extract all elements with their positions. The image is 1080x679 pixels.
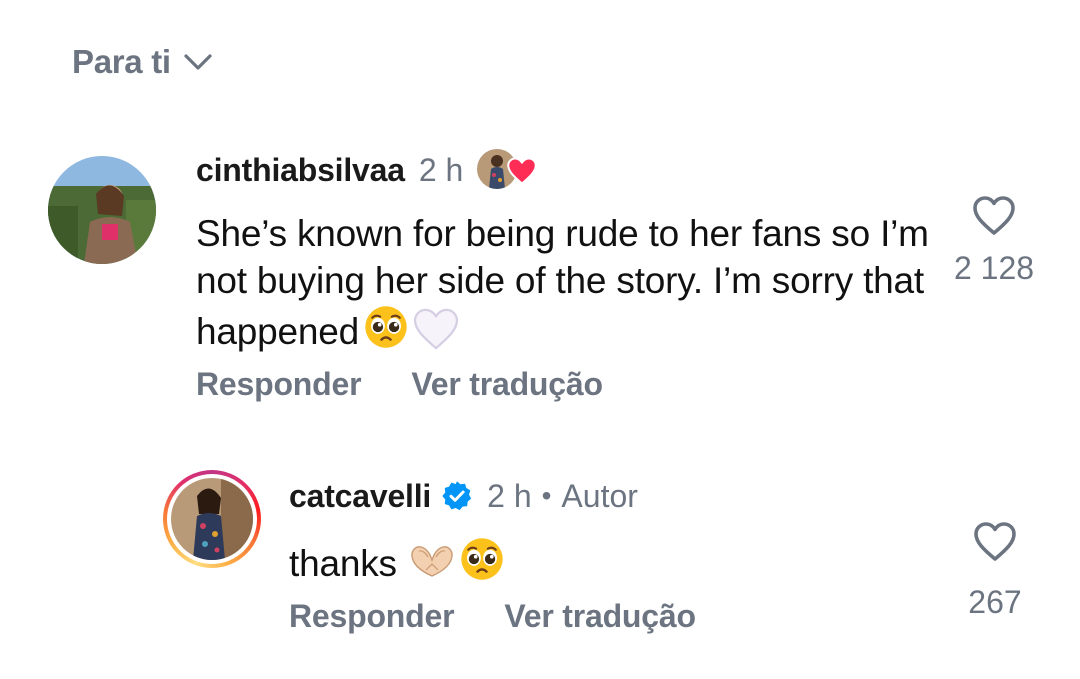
translate-button[interactable]: Ver tradução (504, 598, 696, 635)
timestamp: 2 h (487, 477, 532, 514)
sort-selector[interactable]: Para ti (72, 40, 215, 84)
author-label: Autor (561, 477, 638, 514)
pleading-face-emoji (363, 304, 409, 361)
comment-text: thanks (289, 536, 889, 593)
like-count: 267 (968, 584, 1022, 620)
translate-button[interactable]: Ver tradução (411, 366, 603, 403)
comment-body: thanks (289, 543, 397, 584)
sort-label: Para ti (72, 43, 171, 80)
heart-icon (507, 157, 538, 185)
separator-dot: • (541, 480, 552, 511)
comment-header: cinthiabsilvaa 2 h (196, 145, 538, 195)
like-control: 2 128 (944, 192, 1044, 287)
heart-hands-emoji (409, 542, 455, 593)
verified-badge-icon (441, 480, 473, 512)
comment-body: She’s known for being rude to her fans s… (196, 213, 929, 352)
comment-header: catcavelli 2 h • Autor (289, 474, 638, 518)
story-ring[interactable] (163, 470, 261, 568)
username[interactable]: catcavelli (289, 478, 431, 515)
comment-actions: Responder Ver tradução (196, 366, 603, 403)
reply-button[interactable]: Responder (289, 598, 455, 635)
liked-by-author-badge (475, 145, 538, 195)
avatar[interactable] (48, 156, 156, 264)
chevron-down-icon (181, 45, 215, 79)
heart-outline-icon[interactable] (971, 518, 1019, 566)
comment-text: She’s known for being rude to her fans s… (196, 210, 936, 361)
comment-actions: Responder Ver tradução (289, 598, 696, 635)
heart-outline-icon[interactable] (970, 192, 1018, 240)
username[interactable]: cinthiabsilvaa (196, 152, 405, 189)
white-heart-emoji (413, 308, 459, 361)
pleading-face-emoji (459, 536, 505, 593)
like-count: 2 128 (953, 250, 1035, 286)
timestamp: 2 h (418, 151, 464, 188)
like-control: 267 (945, 518, 1045, 621)
avatar[interactable] (171, 478, 253, 560)
reply-button[interactable]: Responder (196, 366, 362, 403)
